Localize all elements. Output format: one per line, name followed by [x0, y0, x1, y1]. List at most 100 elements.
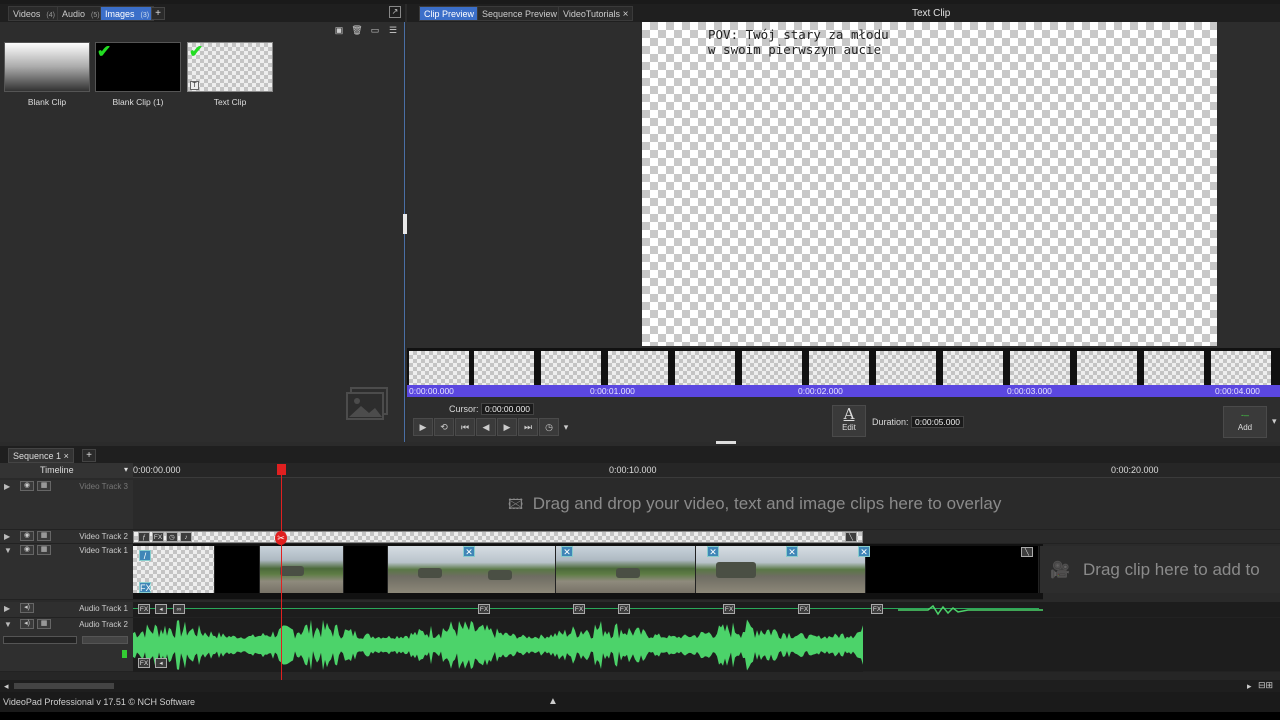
volume-slider[interactable] [3, 636, 77, 644]
split-marker-icon[interactable]: ✂ [275, 531, 287, 545]
expand-icon[interactable]: ▶ [4, 482, 10, 491]
step-back-icon[interactable]: ◀ [476, 418, 496, 436]
close-icon[interactable]: × [623, 9, 629, 20]
video-clip[interactable] [260, 546, 344, 593]
tab-images[interactable]: Images (3) [100, 6, 155, 21]
expand-icon[interactable]: ▶ [4, 532, 10, 541]
video-clip[interactable] [696, 546, 866, 593]
play-icon[interactable]: ▶ [413, 418, 433, 436]
tab-audio[interactable]: Audio (5) [57, 6, 105, 21]
fx-icon[interactable]: FX [618, 604, 630, 614]
transition-icon[interactable]: ✕ [786, 546, 798, 557]
fx-icon[interactable]: FX [871, 604, 883, 614]
lane-audio2[interactable]: FX ◂ [133, 618, 1280, 672]
save-icon[interactable]: ▣ [332, 24, 346, 36]
chevron-down-icon[interactable]: ▾ [1272, 416, 1277, 427]
fx-icon[interactable]: FX [723, 604, 735, 614]
preview-ruler[interactable]: 0:00:00.000 0:00:01.000 0:00:02.000 0:00… [407, 385, 1280, 397]
tab-videos[interactable]: Videos (4) [8, 6, 60, 21]
scroll-thumb[interactable] [14, 683, 114, 689]
collapse-icon[interactable]: ▼ [4, 546, 12, 555]
preview-canvas[interactable]: POV: Twój stary za młodu w swoim pierwsz… [642, 22, 1217, 346]
transition-icon[interactable]: ╲ [1021, 547, 1033, 557]
scroll-right-icon[interactable]: ▸ [1247, 681, 1252, 692]
link-icon[interactable]: ∞ [173, 604, 185, 614]
add-bin-tab-button[interactable]: + [151, 7, 165, 20]
duration-field[interactable]: 0:00:05.000 [911, 416, 964, 428]
eye-icon[interactable]: ◉ [20, 531, 34, 541]
transition-icon[interactable]: ✕ [561, 546, 573, 557]
speaker-icon[interactable]: ◂ [155, 658, 167, 668]
close-icon[interactable]: × [64, 451, 69, 461]
blank-clip[interactable] [866, 546, 1039, 593]
lane-video3[interactable]: 🖾 Drag and drop your video, text and ima… [133, 480, 1280, 530]
fx-icon[interactable]: FX [152, 532, 164, 542]
fx-icon[interactable]: FX [573, 604, 585, 614]
tab-clip-preview[interactable]: Clip Preview [419, 6, 480, 21]
video-clip[interactable] [556, 546, 696, 593]
playhead-handle[interactable] [277, 464, 286, 475]
speaker-icon[interactable]: ◂) [20, 603, 34, 613]
new-folder-icon[interactable]: ▭ [368, 24, 382, 36]
fx-icon[interactable]: FX [138, 658, 150, 668]
timeline-ruler[interactable]: 0:00:00.000 0:00:10.000 0:00:20.000 [133, 463, 1280, 478]
eye-icon[interactable]: ◉ [20, 481, 34, 491]
bin-thumb-blank-clip[interactable] [4, 42, 90, 92]
speed-icon[interactable]: ◷ [166, 532, 178, 542]
blank-clip[interactable] [344, 546, 388, 593]
expand-panel-icon[interactable]: ▲ [548, 696, 558, 707]
speaker-icon[interactable]: ◂ [155, 604, 167, 614]
mic-icon[interactable]: ♪ [180, 532, 192, 542]
bin-thumb-blank-clip-1[interactable]: ✔ [95, 42, 181, 92]
playhead[interactable] [281, 466, 282, 680]
blank-clip[interactable] [215, 546, 260, 593]
fx-icon[interactable]: ƒ [138, 532, 150, 542]
tab-sequence-preview[interactable]: Sequence Preview [477, 6, 563, 21]
collapse-icon[interactable]: ▼ [4, 620, 12, 629]
vertical-split-handle[interactable] [716, 441, 736, 444]
delete-icon[interactable]: 🗑 [350, 24, 364, 36]
scroll-left-icon[interactable]: ◂ [4, 681, 9, 692]
tab-video-tutorials[interactable]: VideoTutorials × [558, 6, 634, 21]
fx-icon[interactable]: FX [139, 582, 152, 593]
add-button[interactable]: -– Add [1223, 406, 1267, 438]
bin-thumb-text-clip[interactable]: ✔ T [187, 42, 273, 92]
fx-icon[interactable]: FX [478, 604, 490, 614]
zoom-icon[interactable]: ⊟⊞ [1258, 680, 1273, 691]
ruler-tick-label: 0:00:02.000 [798, 386, 843, 396]
track-settings-icon[interactable]: ▦ [37, 531, 51, 541]
list-view-icon[interactable]: ☰ [386, 24, 400, 36]
lane-audio1[interactable]: FX ◂ ∞ FX FX FX FX FX FX [133, 602, 1280, 618]
timeline-header[interactable]: Timeline ▾ [0, 463, 133, 478]
step-forward-icon[interactable]: ▶ [497, 418, 517, 436]
edit-button[interactable]: A Edit [832, 405, 866, 437]
track-settings-icon[interactable]: ▦ [37, 481, 51, 491]
tab-sequence-1[interactable]: Sequence 1 × [8, 448, 74, 463]
skip-end-icon[interactable]: ⏭ [518, 418, 538, 436]
expand-icon[interactable]: ▶ [4, 604, 10, 613]
transition-icon[interactable]: ✕ [463, 546, 475, 557]
pan-slider[interactable] [82, 636, 128, 644]
text-clip-strip[interactable] [133, 531, 863, 543]
chevron-down-icon[interactable]: ▾ [560, 419, 572, 437]
timeline-scrollbar[interactable]: ◂ ▸ ⊟⊞ [0, 680, 1280, 692]
track-settings-icon[interactable]: ▦ [37, 619, 51, 629]
fx-icon[interactable]: FX [138, 604, 150, 614]
track-settings-icon[interactable]: ▦ [37, 545, 51, 555]
transition-icon[interactable]: ✕ [707, 546, 719, 557]
add-sequence-button[interactable]: + [82, 449, 96, 462]
loop-icon[interactable]: ⟲ [434, 418, 454, 436]
chevron-down-icon[interactable]: ▾ [124, 465, 128, 474]
speaker-icon[interactable]: ◂) [20, 619, 34, 629]
transition-icon[interactable]: ╲ [845, 532, 857, 542]
video-clip[interactable]: / FX [133, 546, 215, 593]
speed-icon[interactable]: ◷ [539, 418, 559, 436]
transition-icon[interactable]: ✕ [858, 546, 870, 557]
lane-video2[interactable]: ƒ FX ◷ ♪ ╲ [133, 530, 1280, 544]
preview-filmstrip[interactable] [407, 348, 1280, 388]
cursor-field[interactable]: 0:00:00.000 [481, 403, 534, 415]
eye-icon[interactable]: ◉ [20, 545, 34, 555]
undock-icon[interactable]: ↗ [389, 6, 401, 18]
fx-icon[interactable]: FX [798, 604, 810, 614]
skip-start-icon[interactable]: ⏮ [455, 418, 475, 436]
